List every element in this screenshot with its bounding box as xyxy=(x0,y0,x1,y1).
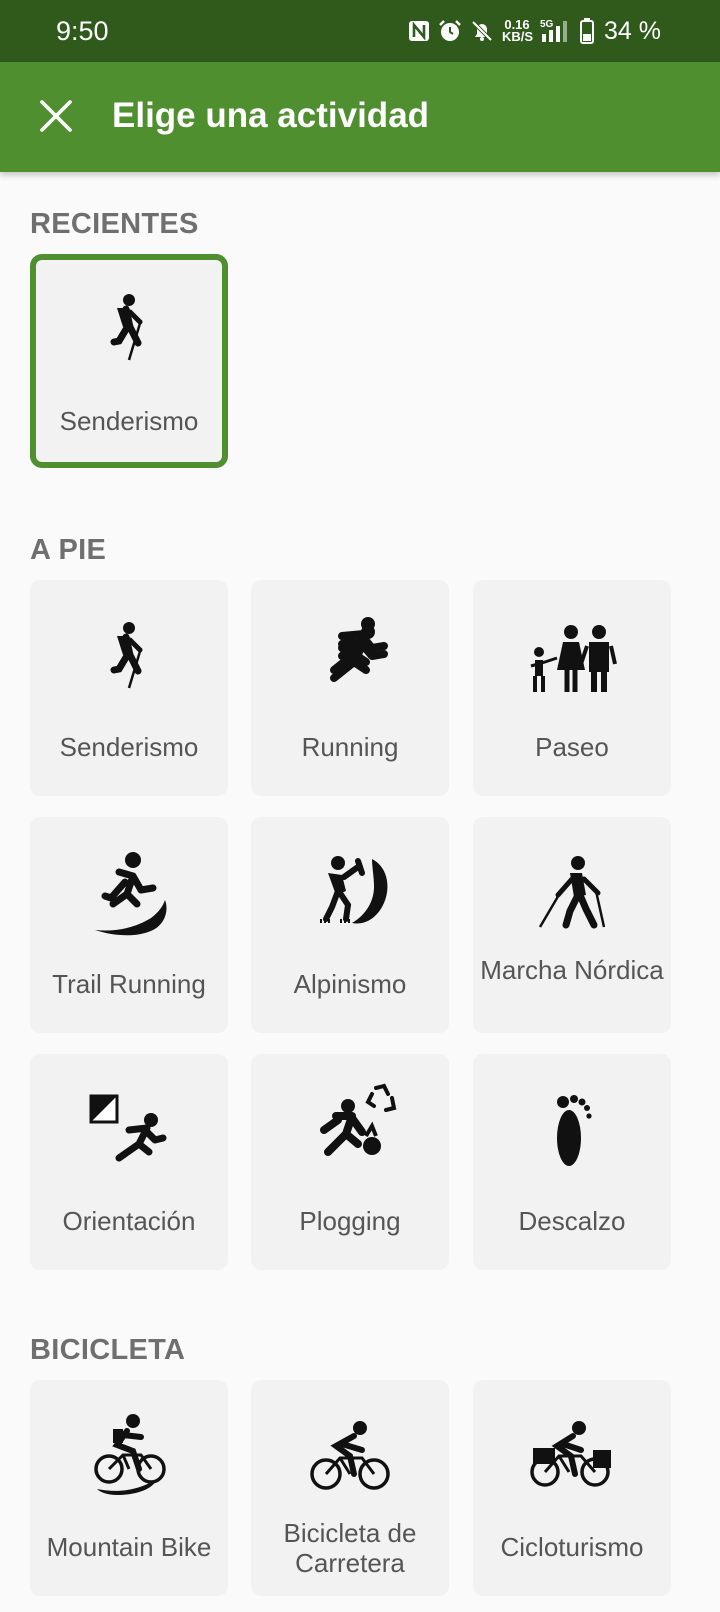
hiker-icon xyxy=(87,614,171,698)
activity-label: Bicicleta de Carretera xyxy=(283,1518,417,1578)
close-button[interactable] xyxy=(26,86,86,146)
runner-icon xyxy=(308,614,392,698)
status-time: 9:50 xyxy=(56,16,109,46)
road-bike-icon xyxy=(308,1416,392,1496)
mountain-bike-icon xyxy=(87,1411,171,1501)
activity-card-trail-running[interactable]: Trail Running xyxy=(30,817,228,1033)
battery-level: 34 % xyxy=(604,16,661,45)
activity-card-running[interactable]: Running xyxy=(251,580,449,796)
activity-card-paseo[interactable]: Paseo xyxy=(473,580,671,796)
activity-card-cicloturismo[interactable]: Cicloturismo xyxy=(473,1380,671,1596)
alarm-icon xyxy=(438,19,462,43)
activity-card-bicicleta-de-carretera[interactable]: Bicicleta de Carretera xyxy=(251,1380,449,1596)
activity-label: Running xyxy=(301,732,399,762)
section-title-a-pie: A PIE xyxy=(30,534,107,566)
status-icons: 0.16 KB/S 5G 34 % xyxy=(408,14,661,48)
page-title: Elige una actividad xyxy=(112,96,430,135)
activity-label: Marcha Nórdica xyxy=(480,955,664,985)
net-speed: 0.16 KB/S xyxy=(502,17,534,44)
activity-label: Trail Running xyxy=(52,969,206,999)
activity-label: Plogging xyxy=(299,1206,401,1236)
status-bar: 9:50 0.16 KB/S 5G 34 % xyxy=(0,0,720,62)
close-icon xyxy=(40,100,72,132)
svg-text:5G: 5G xyxy=(540,19,554,30)
battery-icon xyxy=(580,18,594,44)
touring-bike-icon xyxy=(527,1416,617,1496)
activity-card-orientacion[interactable]: Orientación xyxy=(30,1054,228,1270)
activity-card-senderismo[interactable]: Senderismo xyxy=(30,580,228,796)
hiker-icon xyxy=(87,288,171,372)
activity-card-plogging[interactable]: Plogging xyxy=(251,1054,449,1270)
activity-label: Senderismo xyxy=(59,732,199,762)
activity-card-mountain-bike[interactable]: Mountain Bike xyxy=(30,1380,228,1596)
activity-label: Senderismo xyxy=(59,406,199,436)
activity-label: Cicloturismo xyxy=(500,1532,644,1562)
activity-label: Orientación xyxy=(62,1206,196,1236)
signal-icon: 5G xyxy=(540,18,572,44)
orienteering-icon xyxy=(87,1090,171,1170)
section-title-recientes: RECIENTES xyxy=(30,208,199,240)
family-icon xyxy=(527,614,617,698)
section-title-bicicleta: BICICLETA xyxy=(30,1334,186,1366)
activity-label: Mountain Bike xyxy=(46,1532,212,1562)
activity-label: Descalzo xyxy=(518,1206,626,1236)
nfc-icon xyxy=(408,19,430,43)
activity-card-alpinismo[interactable]: Alpinismo xyxy=(251,817,449,1033)
nordic-walker-icon xyxy=(530,851,614,935)
activity-card-recent-senderismo[interactable]: Senderismo xyxy=(30,254,228,468)
plogging-icon xyxy=(300,1082,400,1178)
activity-label: Paseo xyxy=(535,732,609,762)
activity-card-marcha-nordica[interactable]: Marcha Nórdica xyxy=(473,817,671,1033)
app-bar: Elige una actividad xyxy=(0,62,720,172)
activity-card-descalzo[interactable]: Descalzo xyxy=(473,1054,671,1270)
footprint-icon xyxy=(557,1095,592,1166)
mountaineer-icon xyxy=(308,851,392,935)
activity-label: Alpinismo xyxy=(293,969,407,999)
trail-runner-icon xyxy=(87,848,171,938)
mute-icon xyxy=(470,19,494,43)
